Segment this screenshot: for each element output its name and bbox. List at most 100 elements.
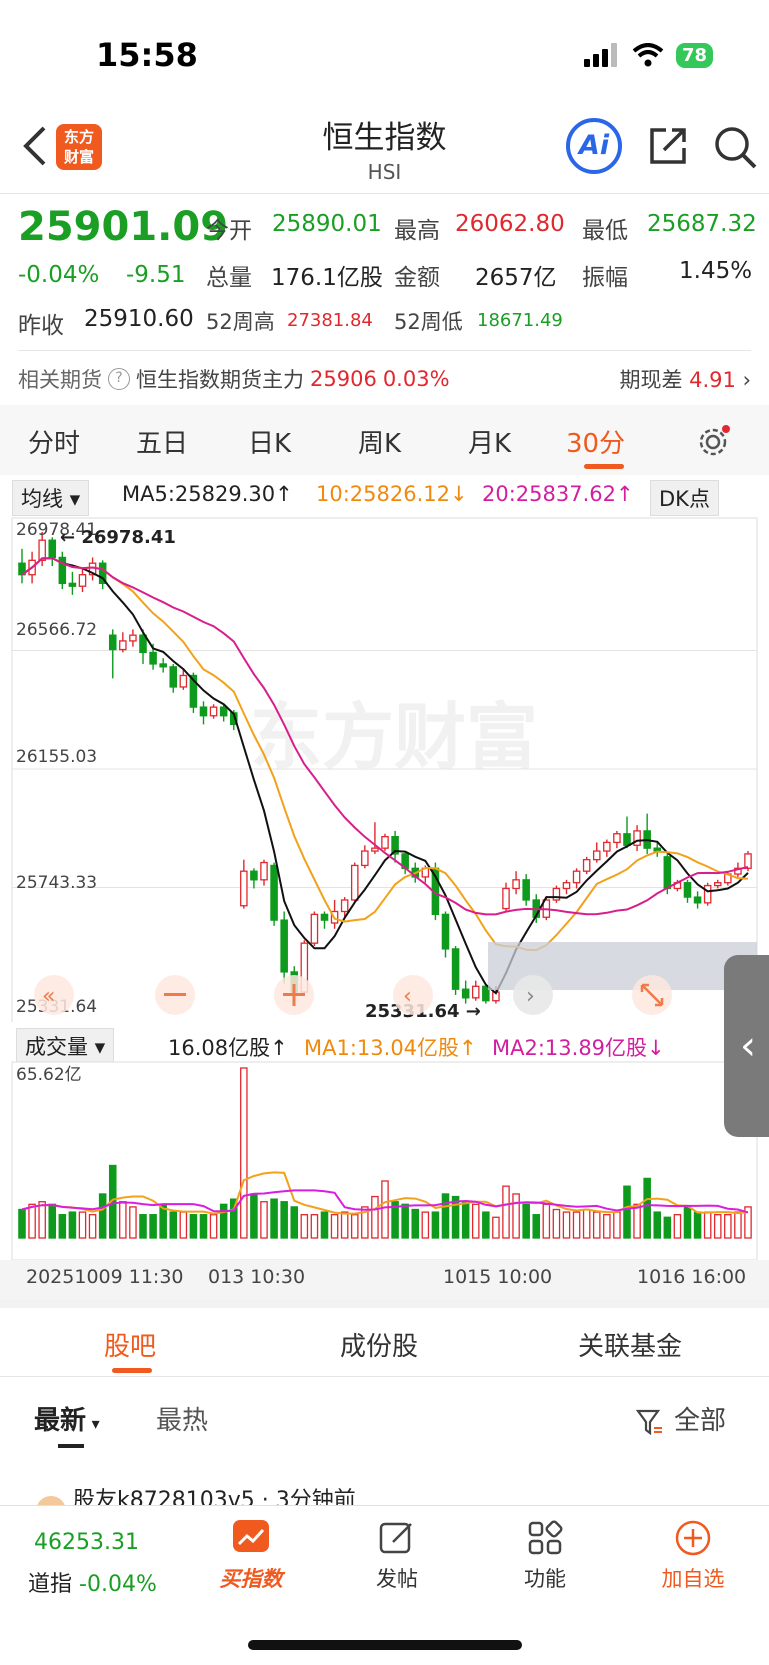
ai-button[interactable]: Ai — [566, 118, 622, 174]
candle-body — [270, 864, 278, 921]
volume-bar — [572, 1211, 581, 1239]
tab-intraday[interactable]: 分时 — [28, 423, 80, 460]
high-value: 26062.80 — [455, 211, 565, 237]
nav-buy-index[interactable]: 买指数 — [206, 1518, 296, 1593]
section-divider — [0, 1376, 769, 1377]
volume-bar — [129, 1206, 137, 1239]
volume-bar — [310, 1214, 319, 1239]
tab-five-day[interactable]: 五日 — [136, 423, 188, 460]
candle-body — [219, 706, 228, 717]
scroll-left-button[interactable]: ‹ — [393, 975, 433, 1015]
y-label-3: 26155.03 — [16, 747, 97, 767]
signal-icon — [583, 43, 617, 67]
tab-guba[interactable]: 股吧 — [104, 1326, 156, 1363]
volume-bar — [78, 1211, 87, 1239]
candle-body — [209, 706, 218, 717]
scroll-left-fast-button[interactable]: « — [34, 975, 74, 1015]
volume-bar — [18, 1208, 26, 1239]
volume-bar — [88, 1214, 97, 1239]
ma20-value: 20:25837.62↑ — [482, 482, 634, 506]
high-label: 最高 — [394, 218, 440, 244]
volume-bar — [119, 1201, 127, 1239]
volume-bar — [270, 1198, 278, 1239]
grid-icon — [528, 1520, 563, 1555]
search-icon[interactable] — [712, 124, 758, 170]
tab-weekly-k[interactable]: 周K — [358, 423, 401, 460]
filter-latest[interactable]: 最新 ▾ — [34, 1400, 100, 1437]
candle-body — [502, 887, 510, 910]
volume-bar — [38, 1201, 46, 1239]
futures-name: 恒生指数期货主力 — [136, 368, 304, 392]
candle-body — [139, 634, 147, 654]
candle-body — [381, 835, 389, 849]
candle-body — [48, 539, 57, 559]
filter-hot[interactable]: 最热 — [156, 1400, 208, 1437]
header-divider — [0, 193, 769, 194]
watermark: 东方财富 — [250, 695, 538, 779]
tab-monthly-k[interactable]: 月K — [468, 423, 511, 460]
prev-close-value: 25910.60 — [84, 306, 194, 332]
filter-all[interactable]: 全部 — [635, 1400, 726, 1437]
nav-add-watchlist[interactable]: 加自选 — [648, 1518, 738, 1593]
dk-selector[interactable]: DK点 — [650, 480, 719, 516]
volume-bar — [280, 1201, 288, 1239]
candle-body — [361, 850, 369, 867]
tab-30min[interactable]: 30分 — [566, 423, 625, 460]
futures-row[interactable]: 相关期货 ? 恒生指数期货主力 25906 0.03% — [18, 364, 450, 394]
nav-functions[interactable]: 功能 — [500, 1518, 590, 1593]
nav-index-change: -0.04% — [79, 1572, 157, 1597]
candle-body — [512, 879, 520, 890]
volume-bar — [139, 1214, 147, 1239]
svg-text:›: › — [526, 984, 535, 1009]
wk52-low-label: 52周低 — [394, 310, 463, 334]
nav-index-row[interactable]: 道指 -0.04% — [28, 1566, 157, 1598]
amplitude-label: 振幅 — [582, 265, 628, 291]
tab-related-funds[interactable]: 关联基金 — [578, 1326, 682, 1363]
basis-row[interactable]: 期现差 4.91 › — [619, 364, 751, 394]
high-marker: ← 26978.41 — [60, 527, 176, 548]
ma-selector[interactable]: 均线 ▾ — [12, 480, 90, 516]
zoom-out-button[interactable] — [155, 975, 195, 1015]
last-price: 25901.09 — [18, 204, 229, 250]
volume-bar — [471, 1203, 480, 1239]
share-icon[interactable] — [646, 124, 690, 168]
zoom-in-button[interactable] — [274, 975, 314, 1015]
volume-bar — [653, 1211, 662, 1239]
low-label: 最低 — [582, 218, 628, 244]
candle-body — [68, 582, 77, 587]
tab-daily-k[interactable]: 日K — [248, 423, 291, 460]
candle-body — [461, 988, 470, 999]
candle-body — [149, 651, 157, 665]
nav-index-name: 道指 — [28, 1572, 73, 1597]
candle-body — [633, 830, 641, 846]
candle-body — [572, 870, 581, 884]
volume-bar — [613, 1211, 621, 1239]
volume-chart[interactable]: 65.62亿 — [0, 1058, 769, 1260]
candle-body — [522, 879, 530, 901]
help-icon[interactable]: ? — [108, 368, 130, 390]
kline-chart[interactable]: 东方财富 26978.41 26566.72 26155.03 25743.33… — [0, 512, 769, 1022]
volume-bar — [562, 1211, 571, 1239]
basis-label: 期现差 — [619, 368, 683, 392]
volume-bar — [149, 1214, 157, 1239]
fullscreen-button[interactable] — [632, 975, 672, 1015]
candle-body — [703, 884, 712, 904]
side-drawer-handle[interactable]: ‹ — [724, 955, 769, 1137]
time-label-4: 1016 16:00 — [637, 1266, 747, 1288]
volume-bar — [320, 1211, 329, 1239]
open-label: 今开 — [206, 218, 252, 244]
candle-body — [663, 856, 672, 890]
wk52-high-value: 27381.84 — [287, 310, 373, 331]
tab-constituents[interactable]: 成份股 — [340, 1326, 418, 1363]
nav-buy-index-label: 买指数 — [219, 1567, 283, 1591]
scroll-right-button[interactable]: › — [513, 975, 553, 1015]
volume-bar — [643, 1177, 651, 1239]
volume-bar — [189, 1214, 198, 1239]
settings-icon[interactable] — [696, 425, 730, 459]
nav-post[interactable]: 发帖 — [352, 1518, 442, 1593]
candle-body — [320, 913, 329, 921]
candle-body — [240, 870, 248, 907]
nav-index-value[interactable]: 46253.31 — [34, 1530, 139, 1555]
open-value: 25890.01 — [272, 211, 382, 237]
svg-text:«: « — [42, 984, 55, 1009]
